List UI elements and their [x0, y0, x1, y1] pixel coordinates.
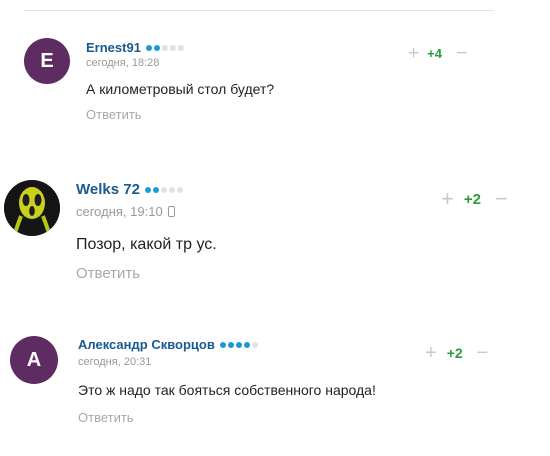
comment-date: сегодня, 18:28 [86, 57, 159, 69]
rank-dots [145, 44, 184, 51]
score-value: +2 [446, 345, 463, 361]
downvote-button[interactable]: − [456, 44, 467, 63]
author-name[interactable]: Александр Скворцов [78, 337, 215, 352]
rank-dots [144, 186, 183, 193]
reply-button[interactable]: Ответить [76, 265, 140, 282]
score-value: +2 [463, 190, 481, 208]
ghost-mask-avatar-image [4, 180, 60, 236]
author-name[interactable]: Ernest91 [86, 40, 141, 55]
comment-text: Это ж надо так бояться собственного наро… [78, 382, 376, 398]
rank-dot [219, 341, 226, 348]
rank-dot [251, 341, 258, 348]
avatar[interactable] [4, 180, 60, 236]
vote-controls: + +2 − [425, 343, 488, 363]
avatar-letter: E [40, 49, 54, 72]
rank-dot [168, 186, 175, 193]
upvote-button[interactable]: + [425, 343, 437, 363]
rank-dot [169, 44, 176, 51]
rank-dot [153, 44, 160, 51]
comment-header: Ernest91 [86, 40, 184, 55]
comment-text: А километровый стол будет? [86, 81, 275, 97]
score-value: +4 [427, 46, 442, 61]
rank-dot [177, 44, 184, 51]
mobile-phone-icon [167, 206, 175, 217]
author-name[interactable]: Welks 72 [76, 181, 140, 198]
avatar[interactable]: А [10, 336, 58, 384]
rank-dots [219, 341, 258, 348]
downvote-button[interactable]: − [477, 343, 489, 363]
comment-date: сегодня, 19:10 [76, 204, 175, 219]
rank-dot [144, 186, 151, 193]
rank-dot [152, 186, 159, 193]
date-text: сегодня, 20:31 [78, 356, 152, 368]
rank-dot [161, 44, 168, 51]
rank-dot [145, 44, 152, 51]
avatar-letter: А [26, 348, 42, 371]
comment-item: E Ernest91 сегодня, 18:28 А километровый… [0, 0, 550, 150]
avatar[interactable]: E [24, 38, 70, 84]
date-text: сегодня, 19:10 [76, 204, 163, 219]
rank-dot [160, 186, 167, 193]
vote-controls: + +4 − [408, 44, 467, 63]
comment-date: сегодня, 20:31 [78, 356, 151, 368]
rank-dot [235, 341, 242, 348]
reply-button[interactable]: Ответить [86, 107, 142, 122]
comment-header: Александр Скворцов [78, 337, 258, 352]
comment-header: Welks 72 [76, 181, 183, 198]
rank-dot [227, 341, 234, 348]
reply-button[interactable]: Ответить [78, 410, 134, 425]
date-text: сегодня, 18:28 [86, 57, 160, 69]
rank-dot [243, 341, 250, 348]
rank-dot [176, 186, 183, 193]
downvote-button[interactable]: − [495, 188, 508, 210]
comment-item: А Александр Скворцов сегодня, 20:31 Это … [0, 310, 550, 456]
vote-controls: + +2 − [441, 188, 508, 210]
comment-text: Позор, какой тр ус. [76, 236, 217, 253]
upvote-button[interactable]: + [408, 44, 419, 63]
comment-item: Welks 72 сегодня, 19:10 Позор, какой тр … [0, 150, 550, 310]
upvote-button[interactable]: + [441, 188, 454, 210]
